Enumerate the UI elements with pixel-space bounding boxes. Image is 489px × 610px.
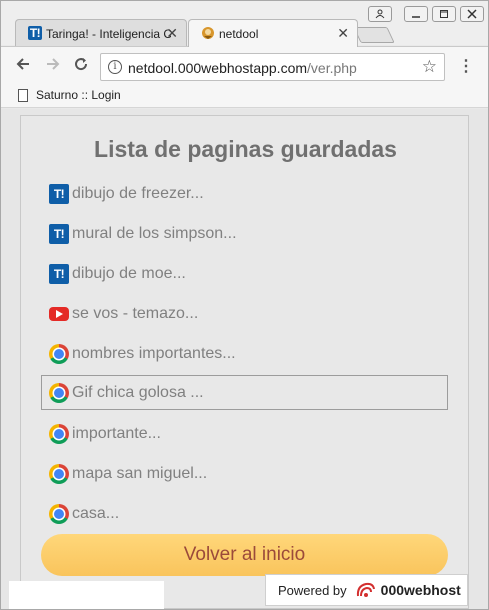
page-icon [18,88,28,102]
chrome-icon [49,383,69,403]
item-label: se vos - temazo... [72,305,199,322]
window-controls [368,6,484,22]
item-label: nombres importantes... [72,345,236,362]
item-label: mural de los simpson... [72,225,237,242]
powered-by-brand: 000webhost [380,582,461,598]
list-item[interactable]: importante... [41,416,448,451]
tab-title: Taringa! - Inteligencia Colectiva [46,27,171,41]
bookmark-item[interactable]: Saturno :: Login [18,88,121,102]
browser-toolbar: i netdool.000webhostapp.com/ver.php ☆ ⋮ [1,46,488,84]
url-text: netdool.000webhostapp.com/ver.php [128,60,357,76]
address-bar[interactable]: i netdool.000webhostapp.com/ver.php ☆ [100,53,445,81]
close-icon[interactable]: ✕ [166,25,178,42]
item-label: casa... [72,505,120,522]
list-item-selected[interactable]: Gif chica golosa ... [41,375,448,410]
webhost-logo-icon [356,582,375,597]
menu-icon[interactable]: ⋮ [458,56,474,76]
user-icon[interactable] [368,6,392,22]
maximize-icon[interactable] [432,6,456,22]
forward-icon[interactable] [45,56,61,77]
tab-netdool[interactable]: netdool ✕ [188,19,358,47]
list-item[interactable]: mapa san miguel... [41,456,448,491]
chrome-icon [49,504,69,524]
title-bar: T! Taringa! - Inteligencia Colectiva ✕ n… [1,1,488,47]
taringa-icon: T! [49,224,69,244]
saved-pages-card: Lista de paginas guardadas T! dibujo de … [20,115,469,609]
minimize-icon[interactable] [404,6,428,22]
powered-by-badge[interactable]: Powered by 000webhost [265,574,468,606]
bookmarks-bar: Saturno :: Login [1,84,488,108]
chrome-icon [49,424,69,444]
youtube-icon [49,307,69,321]
item-label: Gif chica golosa ... [72,384,204,401]
new-tab-button[interactable] [353,27,395,43]
status-area [9,581,164,609]
close-window-icon[interactable] [460,6,484,22]
tab-taringa[interactable]: T! Taringa! - Inteligencia Colectiva ✕ [15,19,187,47]
list-item[interactable]: T! dibujo de moe... [41,256,448,291]
item-label: importante... [72,425,161,442]
bookmark-star-icon[interactable]: ☆ [422,57,437,77]
info-icon[interactable]: i [108,60,122,74]
list-item[interactable]: casa... [41,496,448,531]
back-icon[interactable] [15,56,31,77]
taringa-icon: T! [49,264,69,284]
netdool-icon [202,27,214,39]
bookmark-label: Saturno :: Login [36,88,121,102]
browser-window: T! Taringa! - Inteligencia Colectiva ✕ n… [0,0,489,610]
taringa-icon: T! [28,26,42,40]
powered-by-label: Powered by [278,582,347,598]
list-item[interactable]: se vos - temazo... [41,296,448,331]
item-label: mapa san miguel... [72,465,208,482]
back-home-button[interactable]: Volver al inicio [41,534,448,576]
list-item[interactable]: T! dibujo de freezer... [41,176,448,211]
page-title: Lista de paginas guardadas [94,136,397,162]
taringa-icon: T! [49,184,69,204]
reload-icon[interactable] [73,56,89,77]
close-icon[interactable]: ✕ [337,25,349,42]
list-item[interactable]: nombres importantes... [41,336,448,371]
chrome-icon [49,344,69,364]
item-label: dibujo de freezer... [72,185,204,202]
page-viewport: Lista de paginas guardadas T! dibujo de … [1,109,488,609]
list-item[interactable]: T! mural de los simpson... [41,216,448,251]
item-label: dibujo de moe... [72,265,186,282]
tab-title: netdool [219,27,259,41]
chrome-icon [49,464,69,484]
